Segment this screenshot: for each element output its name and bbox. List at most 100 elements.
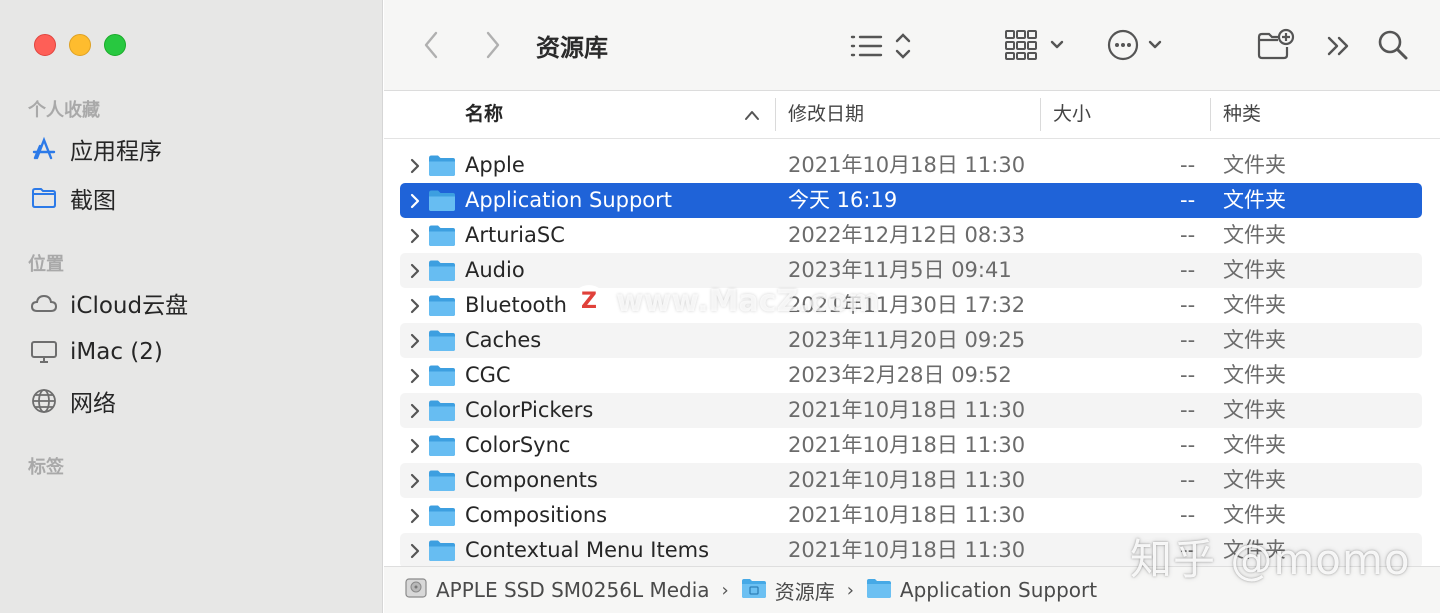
file-size: -- bbox=[1180, 258, 1196, 282]
file-name: Caches bbox=[465, 328, 542, 352]
folder-icon bbox=[428, 189, 456, 212]
disclosure-chevron-icon[interactable] bbox=[408, 402, 422, 420]
file-modified-date: 今天 16:19 bbox=[788, 188, 898, 212]
zoom-button[interactable] bbox=[104, 34, 126, 56]
table-row[interactable]: ColorPickers 2021年10月18日 11:30 -- 文件夹 bbox=[400, 393, 1422, 428]
sidebar-item-screenshots[interactable]: 截图 bbox=[30, 180, 116, 216]
file-kind: 文件夹 bbox=[1223, 293, 1286, 317]
disclosure-chevron-icon[interactable] bbox=[408, 542, 422, 560]
disclosure-chevron-icon[interactable] bbox=[408, 507, 422, 525]
sidebar-item-imac[interactable]: iMac (2) bbox=[30, 334, 163, 370]
table-row[interactable]: Application Support 今天 16:19 -- 文件夹 bbox=[400, 183, 1422, 218]
table-row[interactable]: Bluetooth 2021年11月30日 17:32 -- 文件夹 bbox=[400, 288, 1422, 323]
file-name: Bluetooth bbox=[465, 293, 567, 317]
disclosure-chevron-icon[interactable] bbox=[408, 227, 422, 245]
file-modified-date: 2021年10月18日 11:30 bbox=[788, 503, 1026, 527]
column-kind[interactable]: 种类 bbox=[1223, 92, 1261, 139]
file-kind: 文件夹 bbox=[1223, 153, 1286, 177]
macz-watermark-text: www.MacZ.com bbox=[616, 284, 880, 319]
display-icon bbox=[30, 338, 58, 366]
window-controls bbox=[34, 34, 126, 56]
disclosure-chevron-icon[interactable] bbox=[408, 472, 422, 490]
forward-icon[interactable] bbox=[480, 28, 506, 62]
disclosure-chevron-icon[interactable] bbox=[408, 262, 422, 280]
library-folder-icon bbox=[741, 577, 767, 604]
applications-icon bbox=[30, 135, 58, 163]
minimize-button[interactable] bbox=[69, 34, 91, 56]
disclosure-chevron-icon[interactable] bbox=[408, 367, 422, 385]
cloud-icon bbox=[30, 289, 58, 317]
column-divider[interactable] bbox=[1040, 98, 1041, 131]
sidebar-section-favorites: 个人收藏 bbox=[28, 100, 100, 121]
path-segment-application-support[interactable]: Application Support bbox=[866, 577, 1097, 604]
disclosure-chevron-icon[interactable] bbox=[408, 192, 422, 210]
folder-icon bbox=[428, 434, 456, 457]
file-kind: 文件夹 bbox=[1223, 258, 1286, 282]
column-name[interactable]: 名称 bbox=[465, 92, 503, 139]
disclosure-chevron-icon[interactable] bbox=[408, 297, 422, 315]
file-modified-date: 2023年11月20日 09:25 bbox=[788, 328, 1026, 352]
column-divider[interactable] bbox=[775, 98, 776, 131]
path-separator: › bbox=[846, 579, 854, 601]
file-kind: 文件夹 bbox=[1223, 188, 1286, 212]
file-modified-date: 2023年2月28日 09:52 bbox=[788, 363, 1012, 387]
disclosure-chevron-icon[interactable] bbox=[408, 332, 422, 350]
globe-icon bbox=[30, 387, 58, 415]
file-modified-date: 2021年10月18日 11:30 bbox=[788, 433, 1026, 457]
path-segment-disk[interactable]: APPLE SSD SM0256L Media bbox=[404, 576, 710, 605]
more-actions-icon[interactable] bbox=[1106, 27, 1170, 63]
table-row[interactable]: Apple 2021年10月18日 11:30 -- 文件夹 bbox=[400, 148, 1422, 183]
back-icon[interactable] bbox=[418, 28, 444, 62]
folder-icon bbox=[428, 224, 456, 247]
file-list: Apple 2021年10月18日 11:30 -- 文件夹 Application S… bbox=[384, 148, 1440, 566]
search-icon[interactable] bbox=[1376, 27, 1410, 63]
finder-window: 个人收藏 应用程序 截图 位置 iCloud云盘 iMac (2) 网络 标签 … bbox=[0, 0, 1440, 613]
file-size: -- bbox=[1180, 293, 1196, 317]
file-size: -- bbox=[1180, 398, 1196, 422]
file-modified-date: 2023年11月5日 09:41 bbox=[788, 258, 1012, 282]
table-row[interactable]: ColorSync 2021年10月18日 11:30 -- 文件夹 bbox=[400, 428, 1422, 463]
table-row[interactable]: Components 2021年10月18日 11:30 -- 文件夹 bbox=[400, 463, 1422, 498]
column-size[interactable]: 大小 bbox=[1053, 92, 1091, 139]
sidebar-section-locations: 位置 bbox=[28, 254, 64, 275]
path-segment-library[interactable]: 资源库 bbox=[741, 576, 835, 605]
file-name: Contextual Menu Items bbox=[465, 538, 710, 562]
table-row[interactable]: CGC 2023年2月28日 09:52 -- 文件夹 bbox=[400, 358, 1422, 393]
folder-icon bbox=[428, 259, 456, 282]
folder-icon bbox=[866, 577, 892, 604]
folder-icon bbox=[428, 504, 456, 527]
file-kind: 文件夹 bbox=[1223, 223, 1286, 247]
table-row[interactable]: Caches 2023年11月20日 09:25 -- 文件夹 bbox=[400, 323, 1422, 358]
sidebar-item-label: 应用程序 bbox=[70, 139, 162, 165]
column-date[interactable]: 修改日期 bbox=[788, 92, 864, 139]
file-kind: 文件夹 bbox=[1223, 398, 1286, 422]
new-folder-icon[interactable] bbox=[1256, 27, 1296, 63]
folder-icon bbox=[428, 399, 456, 422]
toolbar: 资源库 bbox=[384, 0, 1440, 91]
disk-icon bbox=[404, 576, 428, 605]
sort-ascending-icon[interactable] bbox=[744, 108, 760, 126]
sidebar-item-label: iCloud云盘 bbox=[70, 293, 189, 319]
list-view-icon[interactable] bbox=[846, 29, 918, 63]
sidebar: 个人收藏 应用程序 截图 位置 iCloud云盘 iMac (2) 网络 标签 bbox=[0, 0, 383, 613]
path-segment-label: APPLE SSD SM0256L Media bbox=[436, 578, 710, 602]
disclosure-chevron-icon[interactable] bbox=[408, 157, 422, 175]
sidebar-item-label: 截图 bbox=[70, 188, 116, 214]
file-size: -- bbox=[1180, 153, 1196, 177]
table-row[interactable]: Audio 2023年11月5日 09:41 -- 文件夹 bbox=[400, 253, 1422, 288]
disclosure-chevron-icon[interactable] bbox=[408, 437, 422, 455]
overflow-icon[interactable] bbox=[1324, 31, 1354, 61]
sidebar-item-applications[interactable]: 应用程序 bbox=[30, 131, 162, 167]
table-row[interactable]: ArturiaSC 2022年12月12日 08:33 -- 文件夹 bbox=[400, 218, 1422, 253]
group-view-icon[interactable] bbox=[1002, 27, 1070, 63]
sidebar-item-network[interactable]: 网络 bbox=[30, 383, 116, 419]
close-button[interactable] bbox=[34, 34, 56, 56]
macz-logo: Z bbox=[572, 284, 606, 319]
window-title: 资源库 bbox=[536, 34, 608, 62]
file-modified-date: 2021年10月18日 11:30 bbox=[788, 398, 1026, 422]
column-divider[interactable] bbox=[1210, 98, 1211, 131]
file-modified-date: 2022年12月12日 08:33 bbox=[788, 223, 1026, 247]
file-name: Application Support bbox=[465, 188, 673, 212]
path-separator: › bbox=[721, 579, 729, 601]
sidebar-item-icloud[interactable]: iCloud云盘 bbox=[30, 285, 188, 321]
